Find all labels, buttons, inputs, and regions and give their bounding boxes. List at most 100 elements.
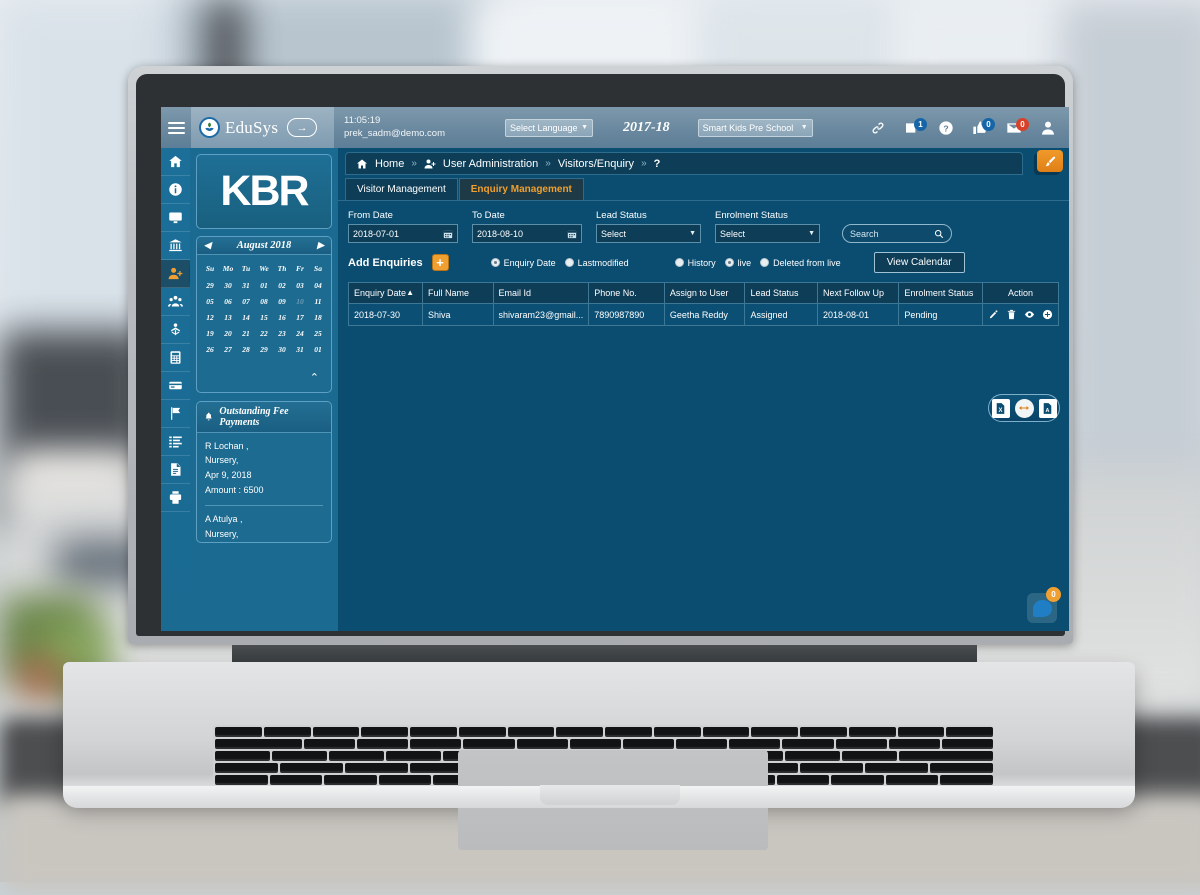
calendar-day[interactable]: 21 xyxy=(237,326,255,342)
tab-enquiry-management[interactable]: Enquiry Management xyxy=(459,178,584,200)
to-date-input[interactable]: 2018-08-10 xyxy=(472,224,582,243)
calendar-day[interactable]: 30 xyxy=(273,342,291,358)
calendar-day[interactable]: 27 xyxy=(219,342,237,358)
calendar-day[interactable]: 11 xyxy=(309,294,327,310)
calendar-day[interactable]: 09 xyxy=(273,294,291,310)
breadcrumb-help-icon[interactable]: ? xyxy=(654,158,661,170)
chat-widget[interactable]: 0 xyxy=(1027,593,1057,623)
calendar-day[interactable]: 24 xyxy=(291,326,309,342)
table-row[interactable]: 2018-07-30 Shiva shivaram23@gmail... 789… xyxy=(349,304,1058,326)
notes-icon[interactable]: 1 xyxy=(895,107,929,148)
calendar-day[interactable]: 31 xyxy=(237,278,255,294)
calendar-day[interactable]: 20 xyxy=(219,326,237,342)
th-full-name[interactable]: Full Name xyxy=(423,283,494,304)
calendar-day[interactable]: 07 xyxy=(237,294,255,310)
calendar-day[interactable]: 23 xyxy=(273,326,291,342)
calendar-next-icon[interactable]: ▶ xyxy=(317,240,324,251)
calendar-day[interactable]: 28 xyxy=(237,342,255,358)
export-excel-button[interactable]: X xyxy=(992,399,1010,418)
breadcrumb-home[interactable]: Home xyxy=(375,158,404,170)
rail-item-documents[interactable] xyxy=(161,456,190,484)
calendar-day[interactable]: 06 xyxy=(219,294,237,310)
th-enquiry-date[interactable]: Enquiry Date ▲ xyxy=(349,283,423,304)
radio-deleted-from-live[interactable]: Deleted from live xyxy=(760,258,841,268)
th-lead-status[interactable]: Lead Status xyxy=(745,283,818,304)
edit-icon[interactable] xyxy=(988,309,999,320)
enrolment-status-select[interactable]: Select ▼ xyxy=(715,224,820,243)
calendar-day[interactable]: 13 xyxy=(219,310,237,326)
tab-visitor-management[interactable]: Visitor Management xyxy=(345,178,458,200)
th-email-id[interactable]: Email Id xyxy=(493,283,589,304)
th-assign-to-user[interactable]: Assign to User xyxy=(664,283,745,304)
collapse-arrow-icon[interactable]: → xyxy=(287,118,317,137)
breadcrumb-section[interactable]: User Administration xyxy=(443,158,538,170)
rail-item-print[interactable] xyxy=(161,484,190,512)
resize-columns-button[interactable] xyxy=(1015,399,1034,418)
export-pdf-button[interactable]: A xyxy=(1039,399,1057,418)
calendar-day[interactable]: 02 xyxy=(273,278,291,294)
user-icon[interactable] xyxy=(1031,107,1065,148)
from-date-input[interactable]: 2018-07-01 xyxy=(348,224,458,243)
calendar-day[interactable]: 08 xyxy=(255,294,273,310)
calendar-day[interactable]: 17 xyxy=(291,310,309,326)
calendar-prev-icon[interactable]: ◀ xyxy=(204,240,211,251)
view-calendar-button[interactable]: View Calendar xyxy=(874,252,965,273)
calendar-day[interactable]: 29 xyxy=(255,342,273,358)
radio-enquiry-date[interactable]: Enquiry Date xyxy=(491,258,556,268)
calendar-day[interactable]: 22 xyxy=(255,326,273,342)
rail-item-students[interactable] xyxy=(161,316,190,344)
calendar-day[interactable]: 12 xyxy=(201,310,219,326)
calendar-day[interactable]: 19 xyxy=(201,326,219,342)
calendar-day[interactable]: 26 xyxy=(201,342,219,358)
rail-item-groups[interactable] xyxy=(161,288,190,316)
rail-item-institution[interactable] xyxy=(161,232,190,260)
menu-toggle-icon[interactable] xyxy=(161,122,191,134)
calendar-day[interactable]: 29 xyxy=(201,278,219,294)
rail-item-reports[interactable] xyxy=(161,428,190,456)
calendar-day[interactable]: 01 xyxy=(309,342,327,358)
calendar-day[interactable]: 30 xyxy=(219,278,237,294)
view-icon[interactable] xyxy=(1024,309,1035,320)
radio-lastmodified[interactable]: Lastmodified xyxy=(565,258,629,268)
link-icon[interactable] xyxy=(861,107,895,148)
calendar-day[interactable]: 31 xyxy=(291,342,309,358)
calendar-day[interactable]: 14 xyxy=(237,310,255,326)
school-select[interactable]: Smart Kids Pre School ▼ xyxy=(698,119,813,137)
keyboard-key xyxy=(800,727,847,737)
calendar-day[interactable]: 01 xyxy=(255,278,273,294)
language-select[interactable]: Select Language ▼ xyxy=(505,119,593,137)
calendar-day[interactable]: 05 xyxy=(201,294,219,310)
calendar-day[interactable]: 25 xyxy=(309,326,327,342)
help-icon[interactable]: ? xyxy=(929,107,963,148)
calendar-day[interactable]: 03 xyxy=(291,278,309,294)
th-phone-no[interactable]: Phone No. xyxy=(589,283,665,304)
calendar-day[interactable]: 16 xyxy=(273,310,291,326)
delete-icon[interactable] xyxy=(1006,309,1017,320)
th-next-follow-up[interactable]: Next Follow Up xyxy=(818,283,899,304)
calendar-day[interactable]: 18 xyxy=(309,310,327,326)
thumbs-up-icon[interactable]: 0 xyxy=(963,107,997,148)
search-input[interactable]: Search xyxy=(842,224,952,243)
th-enrolment-status[interactable]: Enrolment Status xyxy=(899,283,983,304)
rail-item-accounts[interactable] xyxy=(161,344,190,372)
calendar-day-today[interactable]: 10 xyxy=(291,294,309,310)
mail-icon[interactable]: 0 xyxy=(997,107,1031,148)
rail-item-user-administration[interactable] xyxy=(161,260,190,288)
fee-entry[interactable]: R Lochan , Nursery, Apr 9, 2018 Amount :… xyxy=(205,439,323,498)
radio-live[interactable]: live xyxy=(725,258,752,268)
lead-status-select[interactable]: Select ▼ xyxy=(596,224,701,243)
rail-item-information[interactable] xyxy=(161,176,190,204)
rail-item-payments[interactable] xyxy=(161,372,190,400)
add-enquiries-button[interactable]: + xyxy=(432,254,449,271)
rail-item-events[interactable] xyxy=(161,400,190,428)
rail-item-dashboard[interactable] xyxy=(161,204,190,232)
theme-brush-button[interactable] xyxy=(1037,150,1063,172)
breadcrumb-page[interactable]: Visitors/Enquiry xyxy=(558,158,634,170)
add-icon[interactable] xyxy=(1042,309,1053,320)
fee-entry[interactable]: A Atulya , Nursery, xyxy=(205,512,323,542)
rail-item-home[interactable] xyxy=(161,148,190,176)
calendar-collapse-button[interactable]: ⌃ xyxy=(197,364,331,392)
calendar-day[interactable]: 04 xyxy=(309,278,327,294)
calendar-day[interactable]: 15 xyxy=(255,310,273,326)
radio-history[interactable]: History xyxy=(675,258,716,268)
